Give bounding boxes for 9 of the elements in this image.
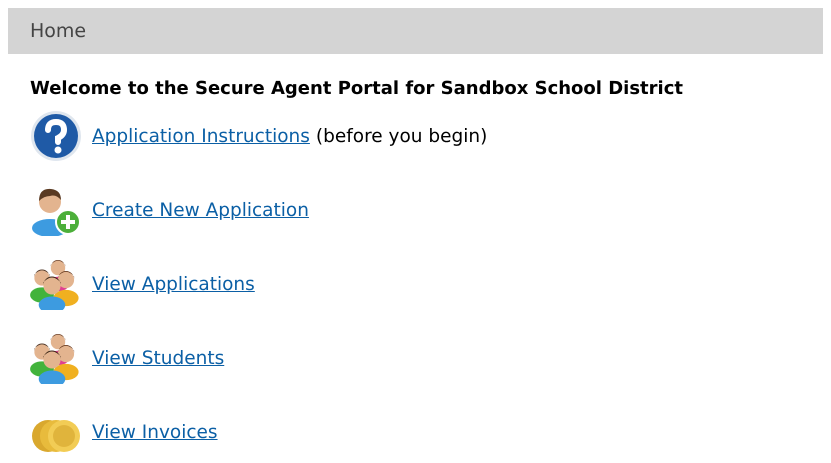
page-title: Home: [30, 20, 86, 42]
help-icon: [30, 110, 82, 162]
link-note: (before you begin): [316, 126, 488, 146]
nav-link[interactable]: Create New Application: [92, 200, 309, 220]
welcome-heading: Welcome to the Secure Agent Portal for Sandbox School District: [30, 78, 684, 99]
nav-link[interactable]: View Invoices: [92, 422, 218, 442]
nav-link[interactable]: View Applications: [92, 274, 255, 294]
nav-link[interactable]: View Students: [92, 348, 224, 368]
nav-link[interactable]: Application Instructions: [92, 126, 310, 146]
